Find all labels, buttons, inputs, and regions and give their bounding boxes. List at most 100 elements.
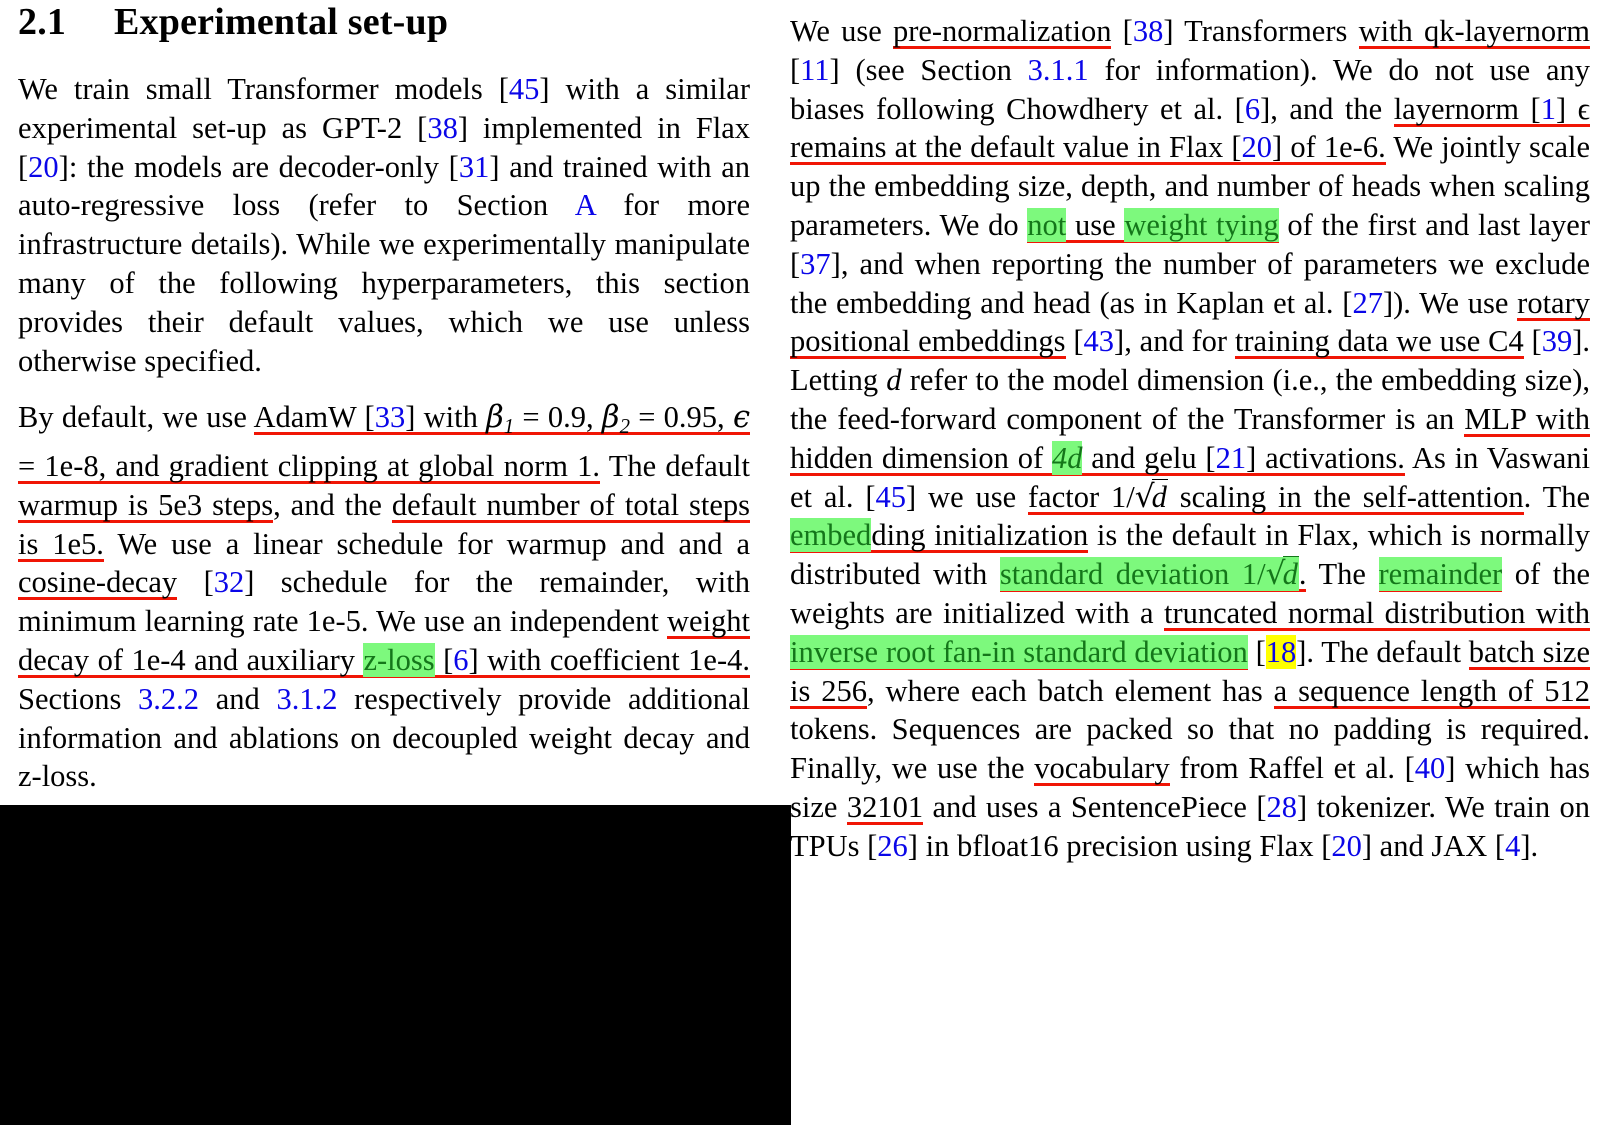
highlight-embed: embed xyxy=(790,518,872,553)
citation-20[interactable]: 20 xyxy=(1331,829,1362,863)
citation-4[interactable]: 4 xyxy=(1505,829,1520,863)
text-run: , where each batch element has xyxy=(867,673,1274,708)
citation-18-highlighted[interactable]: 18 xyxy=(1265,634,1297,669)
text-run: . The xyxy=(1523,479,1590,514)
beta-symbol: β xyxy=(601,400,620,436)
text-run: The default xyxy=(600,448,751,483)
text-run: implemented in Flax xyxy=(467,110,750,145)
citation-38[interactable]: 38 xyxy=(427,111,458,145)
citation-45[interactable]: 45 xyxy=(509,72,540,106)
citation-6[interactable]: 6 xyxy=(453,643,468,677)
text-run xyxy=(1066,324,1074,358)
citation-1[interactable]: 1 xyxy=(1541,92,1556,126)
annotation-underline-weight-tying: not use weight tying xyxy=(1027,207,1279,243)
highlight-inverse-root-fan-in: inverse root fan-in standard deviation xyxy=(790,634,1248,669)
annotation-underline-factor-scaling: factor 1/√d scaling in the xyxy=(1028,478,1363,515)
text-run: layernorm xyxy=(1393,91,1531,126)
text-run: ding initialization xyxy=(871,518,1089,553)
text-run xyxy=(435,643,443,677)
text-run: of the first and last layer xyxy=(1278,207,1590,242)
citation-37[interactable]: 37 xyxy=(800,247,831,281)
text-run: we use xyxy=(916,479,1028,514)
text-run: We use xyxy=(790,14,893,48)
text-run xyxy=(1248,635,1256,669)
citation-26[interactable]: 26 xyxy=(877,829,908,863)
text-run: = 0.95, xyxy=(629,400,733,435)
annotation-underline-warmup: warmup is 5e3 steps xyxy=(18,487,274,522)
highlight-standard-deviation: standard deviation 1/√d xyxy=(999,556,1299,592)
citation-43[interactable]: 43 xyxy=(1084,324,1115,358)
text-run: of 1e-6. xyxy=(1282,130,1386,165)
section-reference-3-1-1[interactable]: 3.1.1 xyxy=(1028,53,1089,87)
sqrt-d-expression: √d xyxy=(1266,556,1299,592)
citation-40[interactable]: 40 xyxy=(1415,751,1446,785)
citation-6[interactable]: 6 xyxy=(1245,92,1260,126)
right-text-column: We use pre-normalization [38] Transforme… xyxy=(790,12,1590,866)
text-run: = 0.9, xyxy=(514,400,602,435)
beta-subscript-2: 2 xyxy=(619,416,630,439)
annotation-underline-remainder: remainder xyxy=(1378,557,1503,592)
highlight-remainder: remainder xyxy=(1378,557,1503,592)
text-run: truncated normal distribution with xyxy=(1163,595,1590,630)
text-run: , and for xyxy=(1124,324,1235,359)
text-run xyxy=(1524,324,1532,358)
annotation-underline-pre-normalization: pre-normalization xyxy=(892,14,1112,48)
citation-11[interactable]: 11 xyxy=(800,53,829,87)
text-run: from Raffel et al. xyxy=(1169,751,1405,786)
radical-sign: √ xyxy=(1134,478,1155,515)
annotation-underline-standard-deviation: standard deviation 1/√d. xyxy=(999,556,1306,592)
text-run: We train small Transformer models xyxy=(18,72,499,106)
text-run: d xyxy=(1067,440,1083,475)
radicand-d: d xyxy=(1151,478,1168,514)
citation-21[interactable]: 21 xyxy=(1216,441,1247,475)
text-run: 4 xyxy=(1051,440,1068,475)
text-run: : the models are decoder-only xyxy=(68,149,449,184)
text-run: , and the xyxy=(273,487,392,522)
citation-27[interactable]: 27 xyxy=(1352,286,1383,320)
citation-33[interactable]: 33 xyxy=(375,400,406,434)
paper-page: 2.1 Experimental set-up We train small Tr… xyxy=(0,0,1610,1125)
section-reference-A[interactable]: A xyxy=(575,188,595,222)
text-run: and gelu xyxy=(1082,440,1206,475)
section-reference-3-2-2[interactable]: 3.2.2 xyxy=(138,682,199,716)
text-run: and JAX xyxy=(1372,828,1495,863)
section-number: 2.1 xyxy=(18,1,67,43)
citation-39[interactable]: 39 xyxy=(1542,324,1573,358)
text-run: ). We use xyxy=(1393,285,1518,320)
text-run: , and the xyxy=(1270,91,1394,126)
citation-28[interactable]: 28 xyxy=(1267,790,1298,824)
citation-20[interactable]: 20 xyxy=(28,150,59,184)
citation-20[interactable]: 20 xyxy=(1242,130,1273,164)
text-run: . xyxy=(1530,828,1539,863)
paragraph-setup-intro: We train small Transformer models [45] w… xyxy=(18,72,751,378)
annotation-underline-self-attention: self-attention xyxy=(1362,479,1524,514)
page-title: 2.1 Experimental set-up xyxy=(18,0,750,44)
section-title: Experimental set-up xyxy=(114,1,449,43)
text-run: standard deviation 1/ xyxy=(999,557,1266,592)
variable-d: d xyxy=(886,363,902,398)
paragraph-architecture-details: We use pre-normalization [38] Transforme… xyxy=(790,14,1591,863)
epsilon-symbol: ϵ xyxy=(732,400,751,436)
citation-32[interactable]: 32 xyxy=(214,565,245,599)
text-run: and xyxy=(199,681,277,716)
annotation-underline-embedding-initialization: embedding initialization xyxy=(790,518,1088,553)
text-run: . The default xyxy=(1306,634,1469,669)
highlight-not: not xyxy=(1027,207,1067,242)
highlight-weight-tying: weight tying xyxy=(1124,207,1279,242)
section-reference-3-1-2[interactable]: 3.1.2 xyxy=(276,682,337,716)
text-run: Sections xyxy=(18,681,139,716)
text-run: activations. xyxy=(1256,440,1405,475)
annotation-underline-training-data-c4: training data we use C4 xyxy=(1234,324,1524,359)
text-run: AdamW xyxy=(253,400,365,435)
citation-31[interactable]: 31 xyxy=(459,150,490,184)
text-run: By default, we use xyxy=(18,400,254,435)
text-run: (see Section xyxy=(839,52,1028,87)
text-run: We use a linear schedule for warmup and … xyxy=(103,526,750,561)
annotation-underline-cosine-decay: cosine-decay xyxy=(18,565,178,600)
annotation-underline-vocabulary: vocabulary xyxy=(1034,751,1170,786)
citation-45[interactable]: 45 xyxy=(876,480,907,514)
text-run xyxy=(1111,14,1122,48)
citation-38[interactable]: 38 xyxy=(1133,14,1164,48)
highlight-z-loss: z-loss xyxy=(363,642,435,677)
text-run: scaling in the xyxy=(1167,479,1363,514)
